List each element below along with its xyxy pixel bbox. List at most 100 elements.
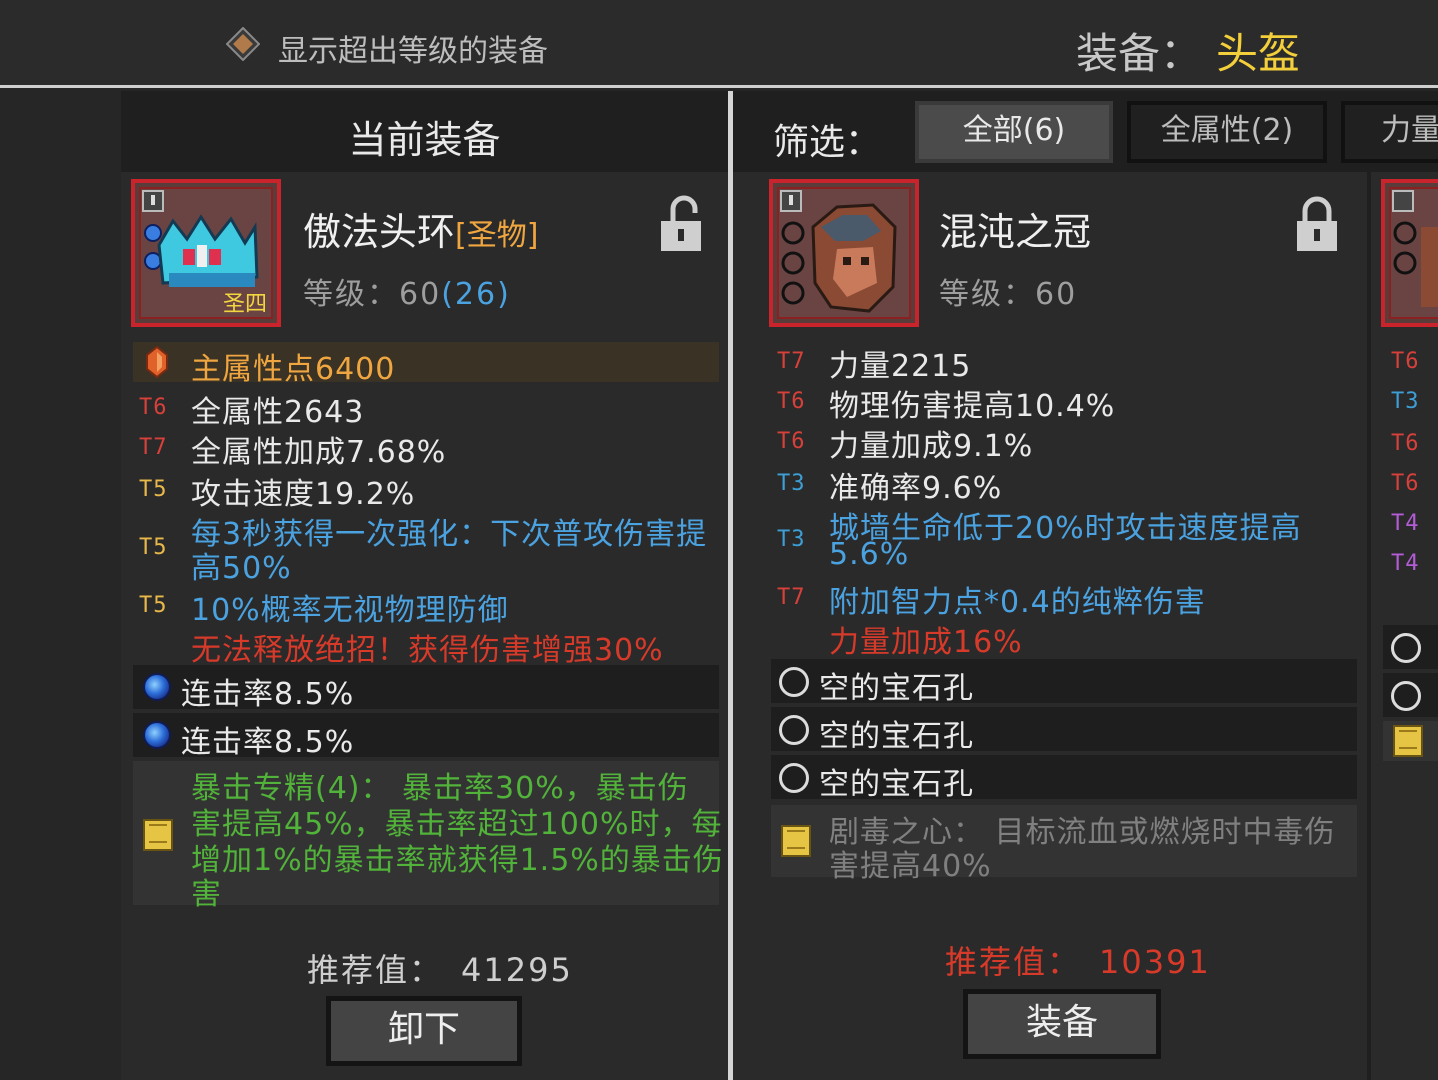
empty-socket-icon [779, 715, 809, 745]
empty-gem-slot[interactable]: 空的宝石孔 [771, 707, 1357, 754]
recommend-number: 41295 [461, 951, 573, 989]
unequip-button[interactable]: 卸下 [326, 996, 522, 1066]
show-over-level-toggle-label[interactable]: 显示超出等级的装备 [278, 26, 548, 70]
column-separator [1367, 172, 1371, 1080]
next-item-sockets-icon [1392, 190, 1438, 307]
left-margin [0, 91, 121, 1080]
set-bonus-line: 害 [191, 877, 222, 912]
set-bonus-box: 暴击专精(4)： 暴击率30%，暴击伤 害提高45%，暴击率超过100%时，每 … [133, 761, 723, 912]
stat-text: 攻击速度19.2% [191, 477, 416, 512]
empty-gem-slot[interactable]: 空的宝石孔 [771, 755, 1357, 802]
stat-text: 全属性加成7.68% [191, 435, 447, 470]
stat-tier: T7 [139, 435, 168, 460]
stat-tier: T5 [139, 477, 168, 502]
blue-gem-icon [143, 721, 171, 749]
stat-tier: T6 [139, 395, 168, 420]
equip-slot-name: 头盔 [1216, 29, 1301, 78]
stat-tier: T7 [777, 585, 806, 610]
peek-tier: T6 [1391, 471, 1420, 496]
recommend-value: 推荐值： 41295 [307, 945, 573, 991]
stat-text: 10%概率无视物理防御 [191, 593, 509, 628]
stat-tier: T7 [777, 349, 806, 374]
blue-gem-icon [143, 673, 171, 701]
stat-tier: T6 [777, 389, 806, 414]
candidate-item-name: 混沌之冠 [939, 210, 1092, 254]
recommend-label: 推荐值： [307, 951, 444, 989]
empty-socket-icon [1391, 633, 1421, 663]
badge-text: 圣四 [223, 292, 267, 317]
tab-strength[interactable]: 力量 [1341, 101, 1438, 163]
gem-text: 空的宝石孔 [819, 767, 974, 802]
gem-text: 空的宝石孔 [819, 671, 974, 706]
gem-text: 连击率8.5% [181, 725, 355, 760]
crown-icon: 圣四 [142, 190, 267, 317]
stat-tier: T6 [777, 429, 806, 454]
stat-text: 附加智力点*0.4的纯粹伤害 [829, 585, 1206, 620]
set-bonus-line: 害提高40% [829, 849, 992, 884]
penalty-text: 无法释放绝招！获得伤害增强30% [191, 633, 664, 668]
next-gem-slot[interactable] [1383, 673, 1438, 717]
gem-slot[interactable]: 连击率8.5% [133, 713, 719, 760]
current-item-level: 等级：60(26) [303, 269, 511, 313]
peek-tier: T3 [1391, 389, 1420, 414]
stat-tier: T5 [139, 593, 168, 618]
current-item-icon[interactable]: 圣四 [131, 179, 281, 327]
extra-stat-text: 力量加成16% [829, 625, 1023, 660]
recommend-label: 推荐值： [945, 943, 1082, 981]
peek-tier: T6 [1391, 431, 1420, 456]
padlock-icon[interactable] [1295, 195, 1339, 253]
current-level-label: 等级：60 [303, 277, 442, 312]
recommend-value: 推荐值： 10391 [945, 937, 1211, 983]
current-item-name-text: 傲法头环 [303, 210, 456, 254]
gem-text: 空的宝石孔 [819, 719, 974, 754]
current-item-name: 傲法头环[圣物] [303, 201, 538, 256]
stat-text: 准确率9.6% [829, 471, 1003, 506]
chaos-crown-icon [780, 190, 897, 313]
peek-tier: T4 [1391, 511, 1420, 536]
next-gem-slot[interactable] [1383, 625, 1438, 669]
set-bonus-box: 剧毒之心： 目标流血或燃烧时中毒伤 害提高40% [771, 805, 1357, 884]
filter-label: 筛选： [773, 122, 882, 163]
stat-text: 全属性2643 [191, 395, 365, 430]
next-item-icon[interactable] [1381, 179, 1438, 327]
candidate-item-icon[interactable] [769, 179, 919, 327]
next-set-box [1383, 721, 1438, 761]
set-bonus-line: 增加1%的暴击率就获得1.5%的暴击伤 [191, 843, 724, 878]
stat-tier: T3 [777, 527, 806, 552]
stat-text: 力量加成9.1% [829, 429, 1034, 464]
current-equipment-header: 当前装备 [121, 91, 728, 172]
peek-tier: T6 [1391, 349, 1420, 374]
stat-text-cont: 高50% [191, 551, 292, 586]
stat-text: 物理伤害提高10.4% [829, 389, 1116, 424]
gem-slot[interactable]: 连击率8.5% [133, 665, 719, 712]
tab-all[interactable]: 全部(6) [915, 101, 1113, 163]
tab-all-attributes[interactable]: 全属性(2) [1127, 101, 1327, 163]
scroll-icon [1393, 725, 1423, 757]
main-stat-text: 主属性点6400 [191, 352, 396, 387]
scroll-icon [143, 819, 173, 851]
stat-text: 力量2215 [829, 349, 972, 384]
stat-tier: T3 [777, 471, 806, 496]
unlocked-padlock-icon[interactable] [659, 195, 703, 253]
current-item-tag: [圣物] [455, 218, 539, 253]
stat-text-cont: 5.6% [829, 537, 910, 572]
empty-socket-icon [1391, 681, 1421, 711]
current-level-extra: (26) [441, 277, 511, 312]
empty-socket-icon [779, 763, 809, 793]
main-stat-row: 主属性点6400 [133, 342, 719, 387]
gem-text: 连击率8.5% [181, 677, 355, 712]
equip-title: 装备： [1076, 29, 1203, 78]
scroll-icon [781, 825, 811, 857]
candidate-item-level: 等级：60 [939, 277, 1078, 312]
recommend-number: 10391 [1099, 943, 1211, 981]
current-equipment-title: 当前装备 [348, 118, 501, 162]
orange-gem-icon [146, 346, 168, 378]
peek-tier: T4 [1391, 551, 1420, 576]
toggle-diamond-icon[interactable] [226, 27, 260, 61]
candidate-panel: 筛选： 全部(6) 全属性(2) 力量 混沌之冠 等级：60 T7 力量2215… [733, 91, 1438, 1080]
equip-button[interactable]: 装备 [963, 989, 1161, 1059]
empty-socket-icon [779, 667, 809, 697]
filter-header: 筛选： 全部(6) 全属性(2) 力量 [733, 91, 1438, 172]
top-bar: 显示超出等级的装备 装备： 头盔 [0, 0, 1438, 88]
empty-gem-slot[interactable]: 空的宝石孔 [771, 659, 1357, 706]
